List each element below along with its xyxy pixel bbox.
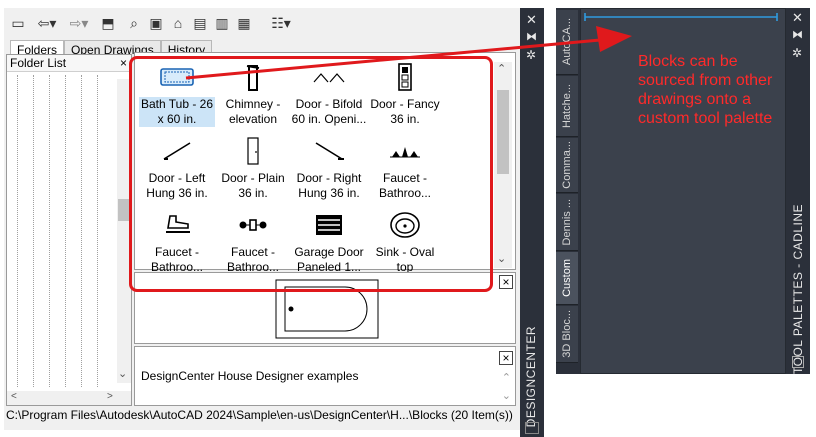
annotation-text: Blocks can be sourced from other drawing…	[638, 53, 773, 127]
